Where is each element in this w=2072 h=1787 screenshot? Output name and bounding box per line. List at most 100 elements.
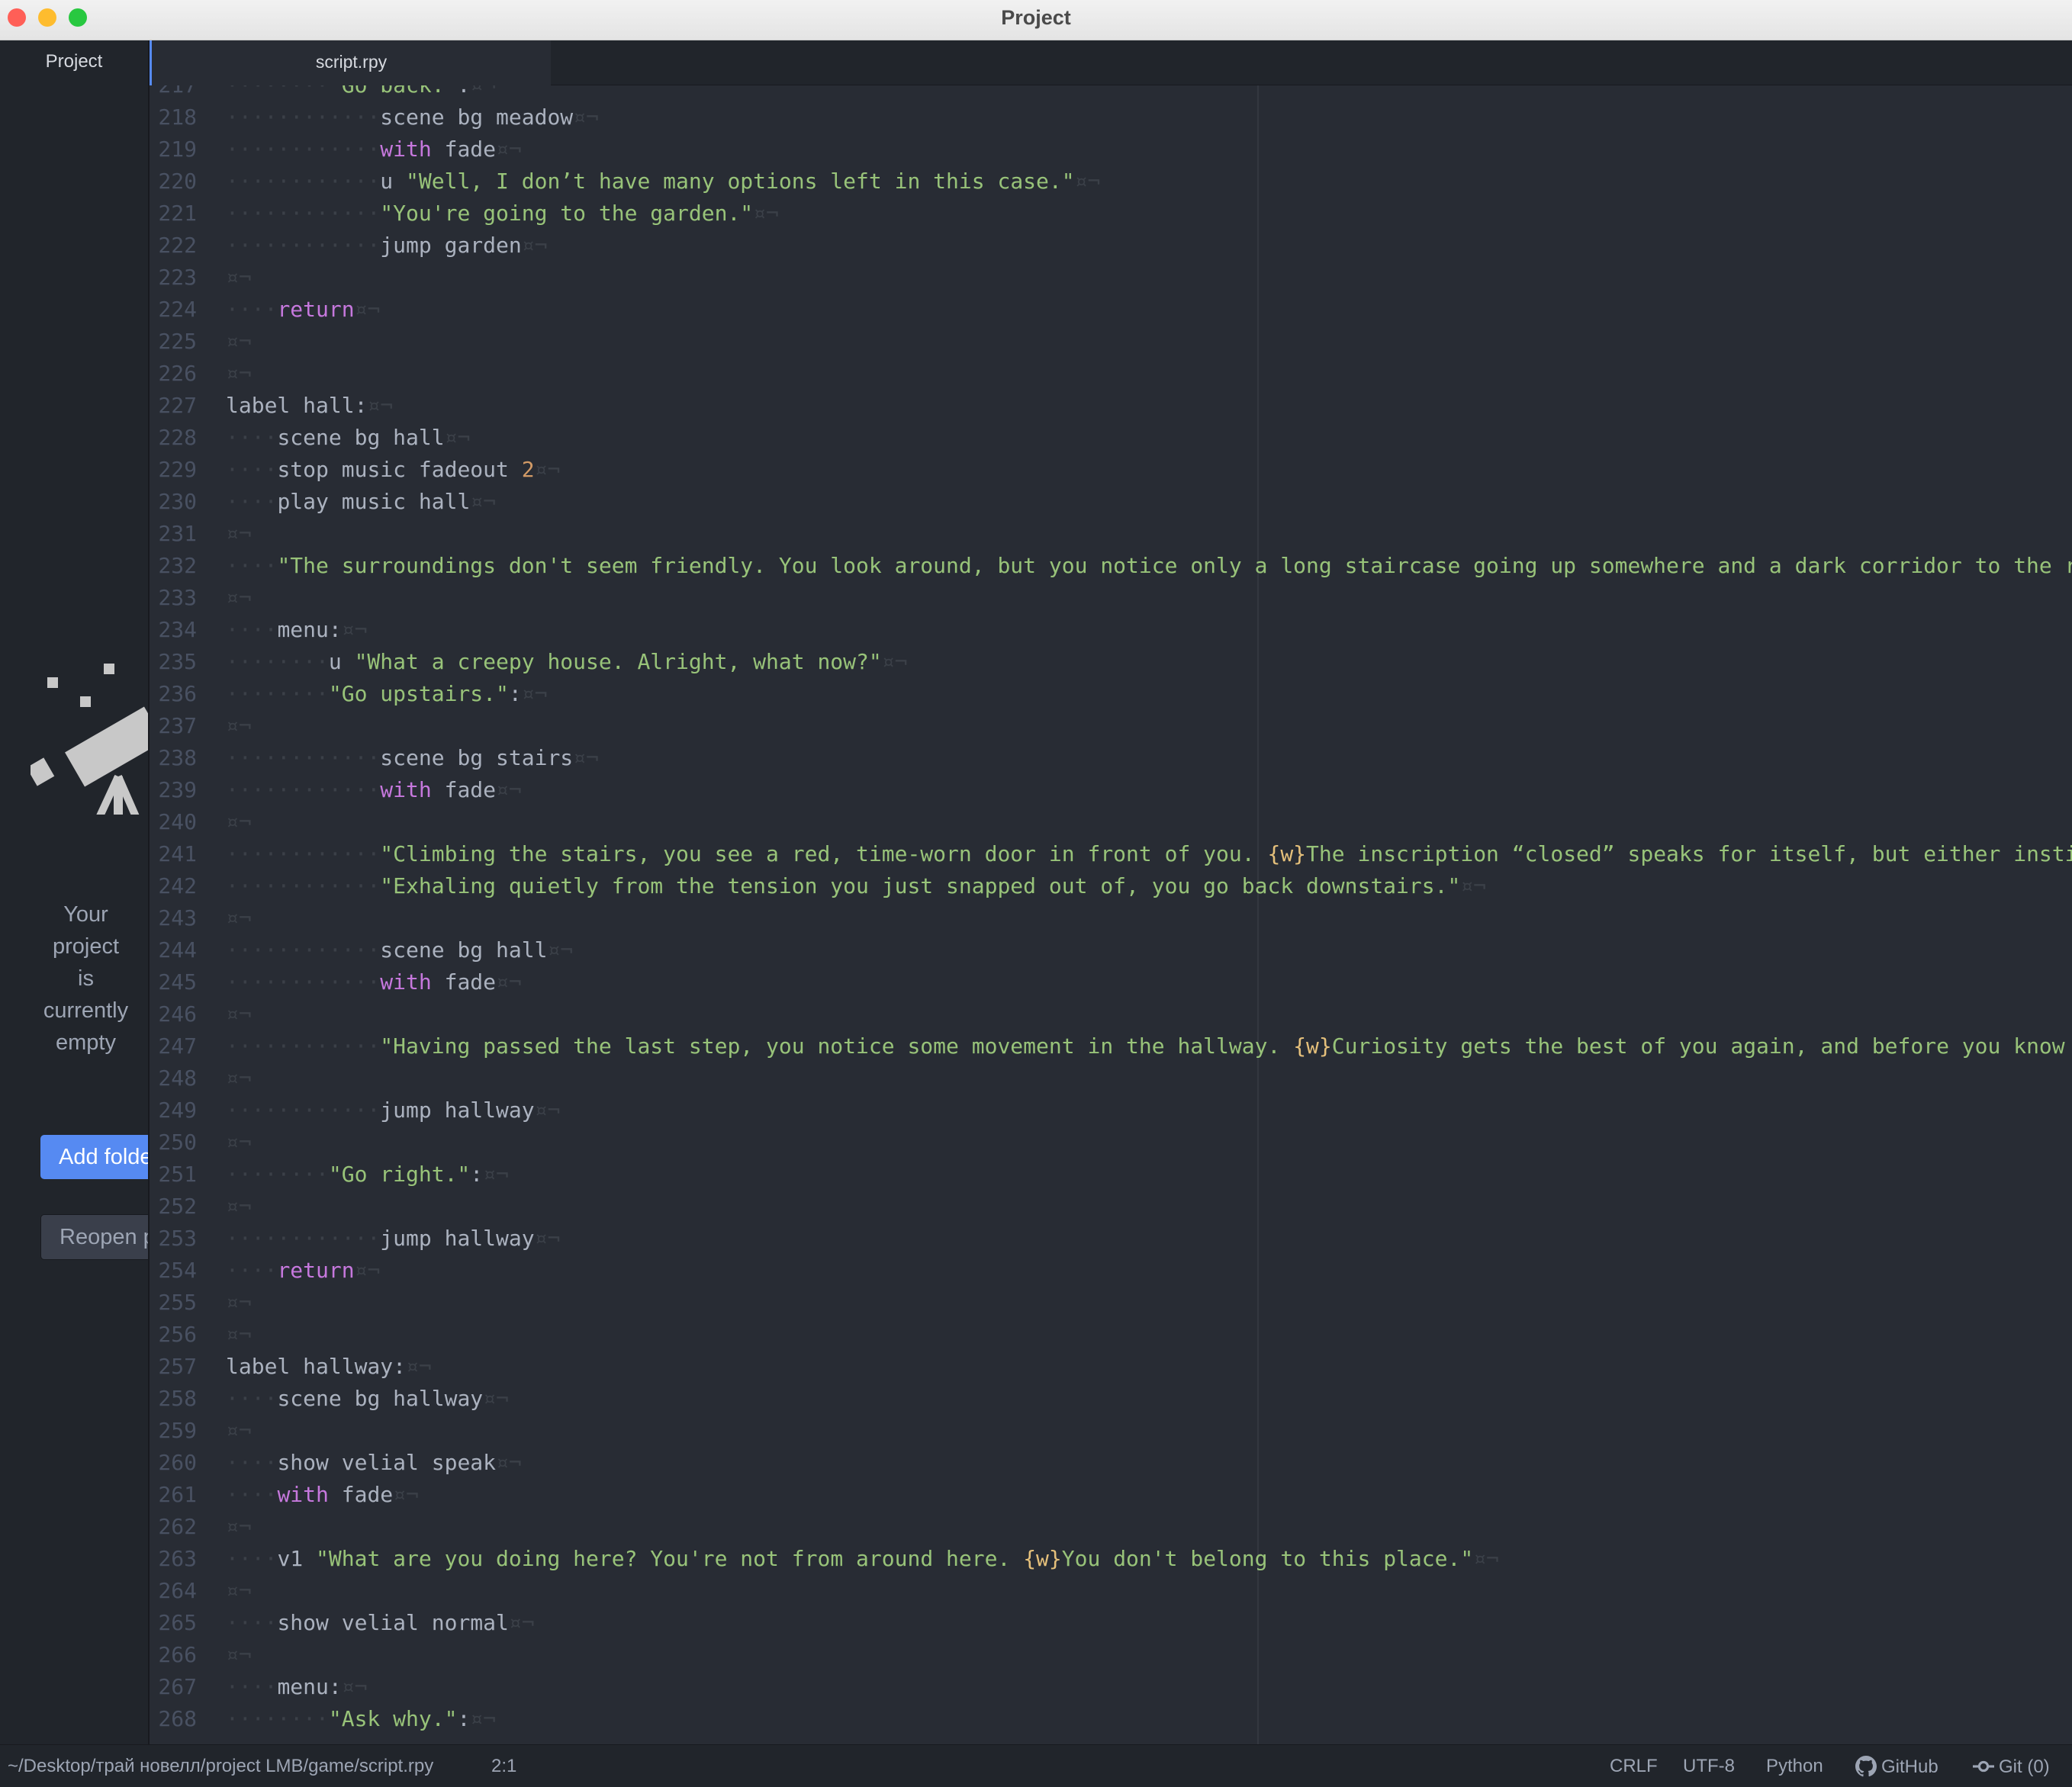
line-ending[interactable]: CRLF [1610,1756,1658,1777]
line-number[interactable]: 238 [150,742,197,774]
line-number[interactable]: 233 [150,582,197,614]
code-line[interactable]: 238 ············scene bg stairs¤¬ [150,742,598,774]
code-line[interactable]: 217 ········"Go back.":¤¬ [150,85,496,101]
line-number[interactable]: 228 [150,422,197,454]
line-number[interactable]: 267 [150,1671,197,1703]
code-line[interactable]: 253 ············jump hallway¤¬ [150,1223,560,1255]
line-number[interactable]: 265 [150,1607,197,1639]
code-line[interactable]: 239 ············with fade¤¬ [150,774,521,806]
line-number[interactable]: 253 [150,1223,197,1255]
encoding[interactable]: UTF-8 [1683,1756,1735,1777]
code-line[interactable]: 265 ····show velial normal¤¬ [150,1607,534,1639]
line-number[interactable]: 230 [150,486,197,518]
code-line[interactable]: 244 ············scene bg hall¤¬ [150,934,573,966]
reopen-project-button[interactable]: Reopen project [40,1214,148,1260]
line-number[interactable]: 229 [150,454,197,486]
file-path[interactable]: ~/Desktop/трай новелл/project LMB/game/s… [8,1756,433,1777]
code-line[interactable]: 247 ············"Having passed the last s… [150,1030,2072,1062]
cursor-position[interactable]: 2:1 [491,1756,516,1777]
code-line[interactable]: 230 ····play music hall¤¬ [150,486,496,518]
code-line[interactable]: 232 ····"The surroundings don't seem frie… [150,550,2072,582]
line-number[interactable]: 242 [150,870,197,902]
github-button[interactable]: GitHub [1855,1756,1938,1778]
git-button[interactable]: Git (0) [1973,1756,2050,1778]
line-number[interactable]: 217 [150,85,197,101]
code-line[interactable]: 221 ············"You're going to the gard… [150,198,778,230]
code-line[interactable]: 252 ¤¬ [150,1191,251,1223]
code-line[interactable]: 245 ············with fade¤¬ [150,966,521,998]
line-number[interactable]: 257 [150,1351,197,1383]
line-number[interactable]: 236 [150,678,197,710]
add-folders-button[interactable]: Add folders [40,1135,148,1179]
line-number[interactable]: 258 [150,1383,197,1415]
line-number[interactable]: 243 [150,902,197,934]
code-line[interactable]: 227 label hall:¤¬ [150,390,393,422]
line-number[interactable]: 231 [150,518,197,550]
code-line[interactable]: 248 ¤¬ [150,1062,251,1094]
text-editor[interactable]: 217········"Go back.":¤¬218············s… [150,85,2072,1744]
code-line[interactable]: 228 ····scene bg hall¤¬ [150,422,470,454]
line-number[interactable]: 254 [150,1255,197,1287]
line-number[interactable]: 248 [150,1062,197,1094]
line-number[interactable]: 245 [150,966,197,998]
code-line[interactable]: 237 ¤¬ [150,710,251,742]
code-line[interactable]: 254 ····return¤¬ [150,1255,380,1287]
code-line[interactable]: 218 ············scene bg meadow¤¬ [150,101,598,133]
code-line[interactable]: 243 ¤¬ [150,902,251,934]
code-line[interactable]: 250 ¤¬ [150,1127,251,1159]
line-number[interactable]: 239 [150,774,197,806]
code-line[interactable]: 257 label hallway:¤¬ [150,1351,431,1383]
line-number[interactable]: 241 [150,838,197,870]
code-line[interactable]: 223 ¤¬ [150,262,251,294]
line-number[interactable]: 234 [150,614,197,646]
code-line[interactable]: 224 ····return¤¬ [150,294,380,326]
line-number[interactable]: 237 [150,710,197,742]
code-line[interactable]: 263 ····v1 "What are you doing here? You'… [150,1543,1499,1575]
code-line[interactable]: 255 ¤¬ [150,1287,251,1319]
line-number[interactable]: 232 [150,550,197,582]
line-number[interactable]: 227 [150,390,197,422]
code-line[interactable]: 219 ············with fade¤¬ [150,133,521,166]
tab-project[interactable]: Project [0,40,148,85]
code-line[interactable]: 235 ········u "What a creepy house. Alrig… [150,646,907,678]
line-number[interactable]: 220 [150,166,197,198]
line-number[interactable]: 221 [150,198,197,230]
code-line[interactable]: 229 ····stop music fadeout 2¤¬ [150,454,560,486]
line-number[interactable]: 235 [150,646,197,678]
line-number[interactable]: 222 [150,230,197,262]
code-line[interactable]: 251 ········"Go right.":¤¬ [150,1159,508,1191]
code-line[interactable]: 249 ············jump hallway¤¬ [150,1094,560,1127]
code-line[interactable]: 231 ¤¬ [150,518,251,550]
line-number[interactable]: 255 [150,1287,197,1319]
code-line[interactable]: 240 ¤¬ [150,806,251,838]
code-line[interactable]: 241 ············"Climbing the stairs, you… [150,838,2072,870]
line-number[interactable]: 223 [150,262,197,294]
line-number[interactable]: 250 [150,1127,197,1159]
code-line[interactable]: 256 ¤¬ [150,1319,251,1351]
line-number[interactable]: 256 [150,1319,197,1351]
code-line[interactable]: 268 ········"Ask why.":¤¬ [150,1703,496,1735]
line-number[interactable]: 249 [150,1094,197,1127]
line-number[interactable]: 219 [150,133,197,166]
line-number[interactable]: 247 [150,1030,197,1062]
code-line[interactable]: 225 ¤¬ [150,326,251,358]
line-number[interactable]: 224 [150,294,197,326]
code-line[interactable]: 236 ········"Go upstairs.":¤¬ [150,678,547,710]
code-line[interactable]: 267 ····menu:¤¬ [150,1671,367,1703]
code-line[interactable]: 246 ¤¬ [150,998,251,1030]
line-number[interactable]: 264 [150,1575,197,1607]
tab-script-rpy[interactable]: script.rpy [150,40,551,85]
line-number[interactable]: 263 [150,1543,197,1575]
line-number[interactable]: 259 [150,1415,197,1447]
line-number[interactable]: 251 [150,1159,197,1191]
line-number[interactable]: 266 [150,1639,197,1671]
code-line[interactable]: 234 ····menu:¤¬ [150,614,367,646]
code-line[interactable]: 259 ¤¬ [150,1415,251,1447]
line-number[interactable]: 261 [150,1479,197,1511]
code-line[interactable]: 233 ¤¬ [150,582,251,614]
code-line[interactable]: 266 ¤¬ [150,1639,251,1671]
line-number[interactable]: 252 [150,1191,197,1223]
code-line[interactable]: 264 ¤¬ [150,1575,251,1607]
line-number[interactable]: 244 [150,934,197,966]
line-number[interactable]: 225 [150,326,197,358]
